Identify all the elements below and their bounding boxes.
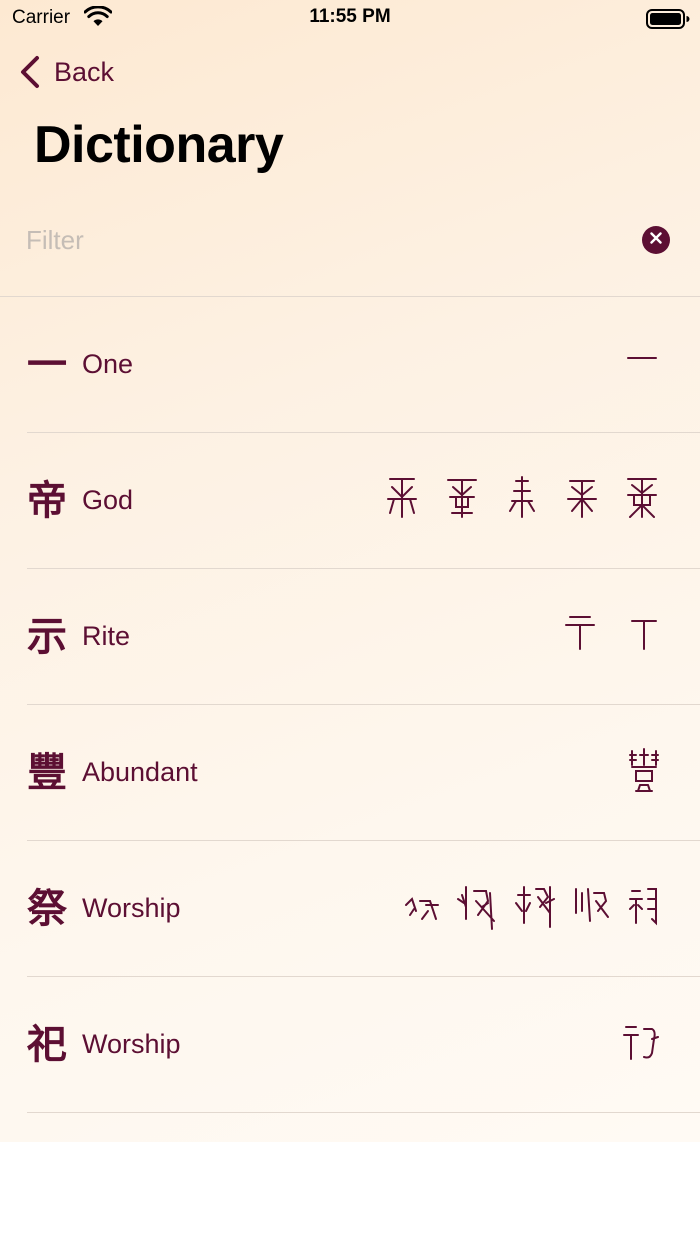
list-item[interactable]: 帝 God <box>27 433 700 569</box>
entry-meaning: Abundant <box>82 757 198 787</box>
close-icon <box>650 231 662 249</box>
oracle-bone-glyph-icon <box>626 747 662 797</box>
filter-input[interactable] <box>26 218 626 262</box>
entry-meaning: Worship <box>82 1029 181 1059</box>
oracle-bone-glyph-icon <box>402 885 442 931</box>
entry-character: 豐 <box>27 749 67 796</box>
back-label: Back <box>54 56 115 87</box>
oracle-glyphs <box>622 339 662 379</box>
entry-character: 帝 <box>27 477 67 524</box>
list-item[interactable]: 祭 Worship <box>27 841 700 977</box>
oracle-bone-glyph-icon <box>514 883 556 933</box>
page-title: Dictionary <box>34 116 284 174</box>
entry-character: 祭 <box>27 885 67 932</box>
entry-character: 祀 <box>27 1021 67 1068</box>
oracle-bone-glyph-icon <box>502 475 542 521</box>
oracle-bone-glyph-icon <box>442 475 482 521</box>
oracle-bone-glyph-icon <box>562 611 598 655</box>
oracle-glyphs <box>382 475 662 521</box>
battery-icon <box>646 8 690 35</box>
entry-meaning: Rite <box>82 621 131 651</box>
oracle-bone-glyph-icon <box>626 611 662 655</box>
oracle-bone-glyph-icon <box>622 475 662 521</box>
oracle-bone-glyph-icon <box>622 1019 662 1065</box>
dictionary-screen: Carrier 11:55 PM Back Dictionary Filter … <box>0 0 700 1142</box>
oracle-bone-glyph-icon <box>456 883 500 933</box>
entry-meaning: God <box>82 485 134 515</box>
oracle-glyphs <box>402 883 662 933</box>
oracle-bone-glyph-icon <box>626 883 662 933</box>
entry-meaning: One <box>82 349 134 379</box>
status-bar: Carrier 11:55 PM <box>0 0 700 36</box>
oracle-glyphs <box>562 611 662 655</box>
list-item[interactable]: 一 One <box>27 297 700 433</box>
oracle-bone-glyph-icon <box>570 883 612 933</box>
clear-filter-button[interactable] <box>642 226 670 254</box>
entry-character: 一 <box>27 341 67 388</box>
oracle-bone-glyph-icon <box>382 475 422 521</box>
entry-character: 示 <box>27 613 67 660</box>
oracle-glyphs <box>626 747 662 797</box>
filter-bar <box>0 214 700 266</box>
entry-meaning: Worship <box>82 893 181 923</box>
oracle-bone-glyph-icon <box>622 339 662 379</box>
back-button[interactable]: Back <box>18 54 114 90</box>
oracle-bone-glyph-icon <box>562 475 602 521</box>
dictionary-list: 一 One 帝 God 示 Rite 豐 Abundant 祭 Worship … <box>0 297 700 1113</box>
list-item[interactable]: 豐 Abundant <box>27 705 700 841</box>
clock-time: 11:55 PM <box>309 6 391 27</box>
oracle-glyphs <box>622 1019 662 1065</box>
chevron-left-icon <box>18 55 42 89</box>
list-item[interactable]: 祀 Worship <box>27 977 700 1113</box>
list-item[interactable]: 示 Rite <box>27 569 700 705</box>
